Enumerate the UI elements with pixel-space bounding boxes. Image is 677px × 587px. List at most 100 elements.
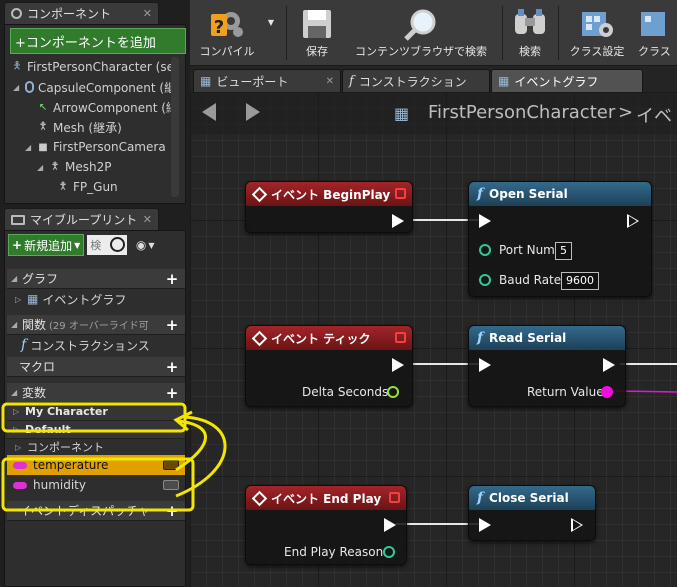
node-read-serial[interactable]: f Read Serial Return Value [468,325,626,407]
collapse-icon[interactable]: ▷ [15,443,23,452]
node-event-endplay[interactable]: イベント End Play End Play Reason [245,485,407,565]
exec-output-pin[interactable] [384,518,396,532]
category-my-character[interactable]: ▷ My Character [7,403,185,421]
compile-options-dropdown[interactable]: ▼ [264,2,278,64]
add-function-button[interactable]: + [165,318,179,333]
expand-icon[interactable]: ◢ [37,163,45,172]
node-open-serial[interactable]: f Open Serial Port Num 5 Baud Rate 9600 [468,181,652,297]
string-output-pin[interactable] [601,386,613,398]
breadcrumb-graph[interactable]: イベ [636,102,672,128]
exec-output-pin[interactable] [571,518,583,532]
node-header[interactable]: f Close Serial [469,486,595,510]
collapse-icon[interactable]: ▷ [13,407,21,416]
content-browser-button[interactable]: コンテンツブラウザで検索 [346,2,496,64]
node-header[interactable]: f Open Serial [469,182,651,206]
class-defaults-button[interactable]: クラス [638,2,677,64]
search-button[interactable]: 検索 [508,2,552,64]
arrow-icon: ↖ [38,101,48,113]
variable-type-icon[interactable] [163,480,179,490]
search-icon[interactable] [110,237,126,252]
expand-icon[interactable]: ◢ [11,274,19,283]
close-icon[interactable]: ✕ [143,213,152,226]
compile-button[interactable]: ? コンパイル [194,2,260,64]
delegate-pin[interactable] [389,492,400,503]
float-output-pin[interactable] [387,386,399,398]
section-macro[interactable]: マクロ + [7,357,185,377]
my-blueprint-tab[interactable]: マイブループリント ✕ [4,208,159,230]
expand-icon[interactable]: ◢ [11,388,19,397]
baud-rate-input[interactable]: 9600 [561,272,599,290]
delegate-pin[interactable] [395,332,406,343]
exec-output-pin[interactable] [392,214,404,228]
back-arrow-icon[interactable] [202,103,216,121]
tree-item-label: FP_Gun [73,180,118,194]
section-graph[interactable]: ◢ グラフ + [7,269,185,289]
category-components[interactable]: ▷ コンポーネント [7,439,185,455]
node-header[interactable]: f Read Serial [469,326,625,350]
add-dispatcher-button[interactable]: + [165,504,179,519]
exec-input-pin[interactable] [479,518,491,532]
forward-arrow-icon[interactable] [246,103,260,121]
node-header[interactable]: イベント ティック [246,326,412,350]
add-graph-button[interactable]: + [165,272,179,287]
exec-output-pin[interactable] [603,358,615,372]
event-graph-canvas[interactable]: イベント BeginPlay f Open Serial Port Num 5 … [190,92,677,587]
expand-icon[interactable]: ◢ [25,143,33,152]
variable-temperature[interactable]: temperature [7,455,185,475]
exec-output-pin[interactable] [392,358,404,372]
tree-item-fpgun[interactable]: 🯆 FP_Gun [11,177,171,197]
category-default[interactable]: ▷ Default [7,421,185,439]
delegate-pin[interactable] [395,188,406,199]
construction-script-item[interactable]: f コンストラクションス [7,335,185,355]
variable-humidity[interactable]: humidity [7,475,185,495]
tab-viewport[interactable]: ▦ ビューポート ✕ [193,69,341,92]
save-button[interactable]: 保存 [294,2,340,64]
exec-input-pin[interactable] [479,358,491,372]
section-event-dispatcher[interactable]: イベントディスパッチャ + [7,501,185,521]
add-macro-button[interactable]: + [165,360,179,375]
collapse-icon[interactable]: ▷ [15,295,23,304]
tree-item-firstpersoncharacter[interactable]: 🯅 FirstPersonCharacter (se [11,57,171,77]
tab-construction[interactable]: f コンストラクション [342,69,490,92]
end-play-reason-label: End Play Reason [284,545,384,559]
expand-icon[interactable]: ◢ [11,320,19,329]
breadcrumb-blueprint[interactable]: FirstPersonCharacter [428,102,615,123]
node-close-serial[interactable]: f Close Serial [468,485,596,541]
event-graph-icon: ▦ [27,292,39,306]
port-num-input[interactable]: 5 [555,242,572,260]
collapse-icon[interactable]: ▷ [13,425,21,434]
int-input-pin[interactable] [479,244,491,256]
exec-input-pin[interactable] [479,214,491,228]
tab-event-graph[interactable]: ▦ イベントグラフ [491,69,643,92]
add-variable-button[interactable]: + [165,386,179,401]
node-header[interactable]: イベント BeginPlay [246,182,412,206]
chevron-down-icon: ▼ [148,240,155,250]
expand-icon[interactable]: ◢ [13,83,21,92]
enum-output-pin[interactable] [383,546,395,558]
variable-type-icon[interactable] [163,460,179,470]
tree-item-camera[interactable]: ◢ ■ FirstPersonCamera [11,137,171,157]
tree-item-capsule[interactable]: ◢ CapsuleComponent (継 [11,77,171,97]
class-settings-button[interactable]: クラス設定 [564,2,630,64]
node-header[interactable]: イベント End Play [246,486,406,510]
section-variables[interactable]: ◢ 変数 + [7,383,185,403]
node-event-tick[interactable]: イベント ティック Delta Seconds [245,325,413,407]
tree-item-mesh2p[interactable]: ◢ 🯆 Mesh2P [11,157,171,177]
tree-item-arrow[interactable]: ↖ ArrowComponent (継 [11,97,171,117]
components-scrollbar[interactable] [171,57,179,197]
components-tab[interactable]: コンポーネント ✕ [4,2,159,24]
section-functions[interactable]: ◢ 関数 (29 オーバーライド可 + [7,315,185,335]
view-options-button[interactable]: ◉ ▼ [130,236,160,254]
node-event-beginplay[interactable]: イベント BeginPlay [245,181,413,233]
tree-item-label: CapsuleComponent (継 [38,80,171,95]
close-icon[interactable]: ✕ [143,7,152,20]
exec-output-pin[interactable] [627,214,639,228]
search-input[interactable]: 検 [87,235,128,255]
tree-item-mesh[interactable]: 🯆 Mesh (継承) [11,117,171,137]
capsule-icon [25,81,34,93]
add-component-button[interactable]: +コンポーネントを追加 [10,28,186,54]
new-add-button[interactable]: + 新規追加 ▼ [8,234,85,256]
event-graph-item[interactable]: ▷ ▦ イベントグラフ [7,289,185,309]
int-input-pin[interactable] [479,274,491,286]
close-icon[interactable]: ✕ [326,76,334,87]
